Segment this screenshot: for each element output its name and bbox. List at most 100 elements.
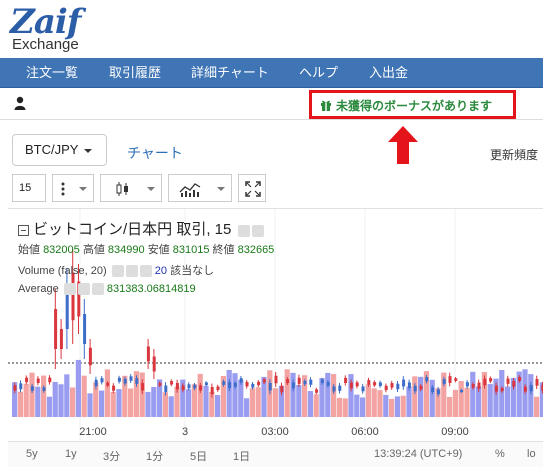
volume-bar xyxy=(365,384,371,417)
eye-icon[interactable] xyxy=(63,283,76,296)
volume-bar xyxy=(528,374,534,417)
nav-help[interactable]: ヘルプ xyxy=(299,58,338,88)
candle-body xyxy=(112,385,116,391)
volume-bar xyxy=(128,388,134,417)
candle-body xyxy=(141,382,145,391)
close-icon[interactable] xyxy=(91,283,104,296)
collapse-icon[interactable] xyxy=(18,224,29,236)
eye-icon[interactable] xyxy=(111,265,124,278)
interval-menu-button[interactable] xyxy=(52,174,94,202)
candle-body xyxy=(216,386,220,391)
currency-pair-value: BTC/JPY xyxy=(25,142,79,157)
volume-bar xyxy=(505,386,511,417)
candle-body xyxy=(233,383,237,387)
gear-icon[interactable] xyxy=(77,283,90,296)
volume-bar xyxy=(371,388,377,417)
nav-deposit-withdraw[interactable]: 入出金 xyxy=(369,58,408,88)
candle-body xyxy=(210,387,214,395)
candle-body xyxy=(274,375,278,384)
user-icon[interactable] xyxy=(14,96,26,110)
candle-body xyxy=(19,383,23,390)
candle-body xyxy=(152,356,156,372)
x-tick-label: 09:00 xyxy=(441,426,469,438)
bonus-link[interactable]: 未獲得のボーナスがあります xyxy=(321,97,492,114)
volume-label: Volume (false, 20) xyxy=(18,265,107,277)
zaif-logo[interactable]: Zaif Exchange xyxy=(10,4,120,56)
close-icon[interactable] xyxy=(139,265,152,278)
candle-body xyxy=(239,378,243,383)
volume-bar xyxy=(296,384,302,417)
volume-bar xyxy=(35,386,41,417)
x-tick-label: 3 xyxy=(182,426,188,438)
chevron-down-icon xyxy=(217,187,225,191)
candle-body xyxy=(303,380,307,385)
candle-body xyxy=(59,329,63,349)
chart-tab-link[interactable]: チャート xyxy=(127,143,183,163)
high-label: 高値 xyxy=(82,244,105,256)
candle-body xyxy=(442,379,446,384)
range-1y[interactable]: 1y xyxy=(65,448,77,460)
candle-body xyxy=(193,384,197,389)
nav-trade-history[interactable]: 取引履歴 xyxy=(109,58,161,88)
volume-bar xyxy=(70,387,76,417)
candle-body xyxy=(170,381,174,385)
vertical-dots-icon xyxy=(61,182,65,196)
volume-value: 20 xyxy=(154,265,168,277)
range-1d[interactable]: 1日 xyxy=(233,448,250,464)
candle-body xyxy=(268,383,272,391)
volume-bar xyxy=(41,375,47,417)
candle-body xyxy=(349,382,353,389)
volume-bar xyxy=(52,381,58,417)
chart-legend-title: ビットコイン/日本円 取引, 15 xyxy=(18,218,264,239)
chart-bottom-bar: 5y 1y 3分 1分 5日 1日 13:39:24 (UTC+9) % lo xyxy=(8,441,543,467)
gift-icon xyxy=(321,100,331,111)
volume-na: 該当なし xyxy=(170,265,215,277)
currency-pair-select[interactable]: BTC/JPY xyxy=(12,134,107,166)
volume-bar xyxy=(377,390,383,417)
volume-bar xyxy=(249,388,255,417)
log-toggle[interactable]: lo xyxy=(527,448,536,460)
volume-bar xyxy=(168,396,174,417)
volume-bar xyxy=(244,398,250,417)
range-1min[interactable]: 1分 xyxy=(146,448,163,464)
eye-icon[interactable] xyxy=(237,224,250,237)
range-5y[interactable]: 5y xyxy=(26,448,38,460)
nav-detail-chart[interactable]: 詳細チャート xyxy=(191,58,269,88)
candle-body xyxy=(355,382,359,387)
candle-body xyxy=(30,386,34,391)
open-label: 始値 xyxy=(18,244,40,256)
candle-body xyxy=(436,389,440,395)
candle-body xyxy=(460,389,464,393)
chart-type-button[interactable] xyxy=(100,174,162,202)
gear-icon[interactable] xyxy=(125,265,138,278)
volume-bar xyxy=(464,387,470,417)
volume-bar xyxy=(487,384,493,417)
nav-orders[interactable]: 注文一覧 xyxy=(26,58,78,88)
interval-button[interactable]: 15 xyxy=(12,174,46,202)
volume-bar xyxy=(313,394,319,417)
volume-bar xyxy=(226,369,232,417)
range-5d[interactable]: 5日 xyxy=(190,448,207,464)
volume-bar xyxy=(29,372,35,417)
candle-body xyxy=(146,346,150,362)
interval-value: 15 xyxy=(19,182,32,194)
average-legend: Average 831383.06814819 xyxy=(18,283,196,296)
candle-body xyxy=(454,378,458,381)
percent-toggle[interactable]: % xyxy=(495,448,505,460)
candle-body xyxy=(373,382,377,386)
logo-mark: Zaif xyxy=(10,2,81,42)
candle-body xyxy=(123,378,127,384)
average-label: Average xyxy=(18,283,59,295)
candle-body xyxy=(251,383,255,388)
candle-body xyxy=(204,382,208,386)
candle-body xyxy=(106,382,110,386)
range-3min[interactable]: 3分 xyxy=(103,448,120,464)
x-tick-label: 03:00 xyxy=(261,426,289,438)
indicators-button[interactable] xyxy=(168,174,232,202)
candle-body xyxy=(36,378,40,384)
gear-icon[interactable] xyxy=(251,224,264,237)
chevron-down-icon xyxy=(84,148,93,153)
candle-body xyxy=(187,384,191,389)
volume-bar xyxy=(331,374,337,417)
fullscreen-button[interactable] xyxy=(238,174,266,202)
